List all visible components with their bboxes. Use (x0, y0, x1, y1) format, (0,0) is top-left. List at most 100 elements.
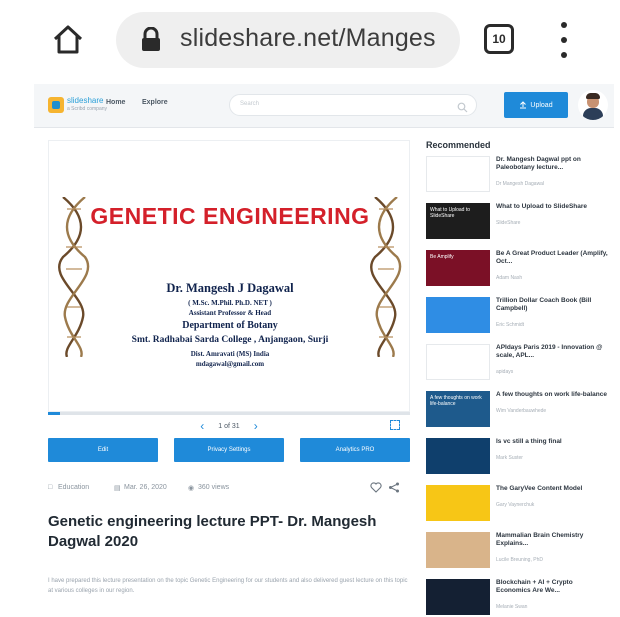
fullscreen-icon[interactable] (390, 420, 400, 430)
dna-helix-right-icon (370, 197, 402, 357)
author-email: mdagawal@gmail.com (195, 360, 265, 368)
nav-explore-link[interactable]: Explore (142, 99, 168, 106)
recommended-item[interactable]: Dr. Mangesh Dagwal ppt on Paleobotany le… (426, 156, 614, 194)
more-menu-icon[interactable] (556, 22, 572, 58)
recommended-thumbnail[interactable] (426, 438, 490, 474)
recommended-title[interactable]: Blockchain + AI + Crypto Economics Are W… (496, 579, 608, 595)
prev-slide-icon[interactable]: ‹ (200, 419, 204, 433)
recommended-item[interactable]: A few thoughts on work life-balance A few… (426, 391, 614, 429)
slide-page-indicator: 1 of 31 (218, 422, 240, 430)
recommended-title[interactable]: Dr. Mangesh Dagwal ppt on Paleobotany le… (496, 156, 608, 172)
page-viewport: slideshare a Scribd company Home Explore… (34, 84, 614, 617)
logo-text: slideshare (67, 96, 104, 105)
search-input[interactable]: Search (229, 94, 477, 116)
recommended-thumbnail[interactable] (426, 344, 490, 380)
next-slide-icon[interactable]: › (254, 419, 258, 433)
author-college: Smt. Radhabai Sarda College , Anjangaon,… (131, 335, 329, 345)
upload-date: Mar. 26, 2020 (124, 484, 167, 491)
upload-label: Upload (530, 101, 553, 109)
logo-icon (48, 97, 64, 113)
slide-viewer[interactable]: GENETIC ENGINEERING Dr. Mangesh J Dagawa… (48, 140, 410, 412)
upload-button[interactable]: Upload (504, 92, 568, 118)
tab-switcher-button[interactable]: 10 (484, 24, 514, 54)
url-text: slideshare.net/Manges (180, 24, 436, 52)
document-actions (370, 482, 400, 493)
author-position: Assistant Professor & Head (188, 309, 272, 317)
recommended-title[interactable]: APIdays Paris 2019 - Innovation @ scale,… (496, 344, 608, 360)
recommended-author[interactable]: Gary Vaynerchuk (496, 502, 608, 508)
document-title: Genetic engineering lecture PPT- Dr. Man… (48, 513, 377, 550)
recommended-title[interactable]: The GaryVee Content Model (496, 485, 608, 493)
dna-helix-left-icon (58, 197, 90, 357)
recommended-title[interactable]: Is vc still a thing final (496, 438, 608, 446)
document-meta: □ Education ▤ Mar. 26, 2020 ◉ 360 views (48, 484, 410, 498)
user-avatar[interactable] (578, 90, 608, 120)
browser-toolbar: slideshare.net/Manges 10 (0, 0, 620, 78)
upload-icon (520, 101, 527, 109)
search-placeholder: Search (240, 101, 260, 107)
slideshare-logo[interactable]: slideshare a Scribd company (48, 96, 107, 114)
logo-wordmark: slideshare a Scribd company (67, 96, 107, 114)
lock-icon (140, 26, 162, 58)
recommended-item[interactable]: Blockchain + AI + Crypto Economics Are W… (426, 579, 614, 617)
recommended-author[interactable]: SlideShare (496, 220, 608, 226)
site-header: slideshare a Scribd company Home Explore… (34, 84, 614, 128)
recommended-thumbnail[interactable]: A few thoughts on work life-balance (426, 391, 490, 427)
recommended-thumbnail[interactable] (426, 485, 490, 521)
author-degrees: ( M.Sc. M.Phil. Ph.D. NET ) (188, 299, 272, 307)
recommended-author[interactable]: apidays (496, 369, 608, 375)
recommended-title[interactable]: Mammalian Brain Chemistry Explains... (496, 532, 608, 548)
recommended-author[interactable]: Dr Mangesh Dagawal (496, 181, 608, 187)
home-icon[interactable] (46, 18, 90, 62)
recommended-thumbnail[interactable] (426, 156, 490, 192)
recommended-heading: Recommended (426, 140, 491, 150)
recommended-item[interactable]: What to Upload to SlideShare What to Uplo… (426, 203, 614, 241)
search-icon[interactable] (457, 100, 468, 118)
recommended-thumbnail[interactable]: What to Upload to SlideShare (426, 203, 490, 239)
recommended-title[interactable]: What to Upload to SlideShare (496, 203, 608, 211)
author-department: Department of Botany (182, 320, 278, 331)
slide-title: GENETIC ENGINEERING (90, 203, 370, 229)
slide-progress-bar[interactable] (48, 412, 410, 415)
recommended-thumbnail[interactable] (426, 579, 490, 615)
recommended-item[interactable]: APIdays Paris 2019 - Innovation @ scale,… (426, 344, 614, 382)
owner-action-bar: Edit Privacy Settings Analytics PRO (48, 438, 410, 462)
share-icon[interactable] (388, 482, 400, 493)
recommended-item[interactable]: Is vc still a thing final Mark Suster (426, 438, 614, 476)
address-bar[interactable]: slideshare.net/Manges (116, 12, 460, 68)
calendar-icon: ▤ (114, 485, 121, 492)
recommended-thumbnail[interactable] (426, 532, 490, 568)
avatar-body (583, 108, 603, 120)
avatar-hair (586, 93, 600, 99)
recommended-thumbnail[interactable]: Be Amplify (426, 250, 490, 286)
author-name: Dr. Mangesh J Dagawal (166, 281, 294, 295)
edit-button[interactable]: Edit (48, 438, 158, 462)
recommended-title[interactable]: Trillion Dollar Coach Book (Bill Campbel… (496, 297, 608, 313)
author-district: Dist. Amravati (MS) India (190, 350, 270, 358)
eye-icon: ◉ (188, 485, 195, 492)
recommended-author[interactable]: Adam Nash (496, 275, 608, 281)
nav-home-link[interactable]: Home (106, 99, 125, 106)
recommended-thumbnail[interactable] (426, 297, 490, 333)
recommended-author[interactable]: Melanie Swan (496, 604, 608, 610)
recommended-title[interactable]: Be A Great Product Leader (Amplify, Oct.… (496, 250, 608, 266)
logo-subtext: a Scribd company (67, 106, 108, 112)
recommended-author[interactable]: Mark Suster (496, 455, 608, 461)
category-link[interactable]: Education (58, 484, 89, 491)
recommended-item[interactable]: Mammalian Brain Chemistry Explains... Luc… (426, 532, 614, 570)
recommended-title[interactable]: A few thoughts on work life-balance (496, 391, 608, 399)
privacy-settings-button[interactable]: Privacy Settings (174, 438, 284, 462)
folder-icon: □ (48, 484, 53, 491)
recommended-item[interactable]: Trillion Dollar Coach Book (Bill Campbel… (426, 297, 614, 335)
recommended-author[interactable]: Eric Schmidt (496, 322, 608, 328)
heart-icon[interactable] (370, 482, 382, 493)
recommended-item[interactable]: The GaryVee Content Model Gary Vaynerchuk (426, 485, 614, 523)
slide-progress-fill (48, 412, 60, 415)
recommended-author[interactable]: Lucile Breuning, PhD (496, 557, 608, 563)
analytics-button[interactable]: Analytics PRO (300, 438, 410, 462)
document-description: I have prepared this lecture presentatio… (48, 578, 408, 594)
recommended-author[interactable]: Wim Vanderbauwhede (496, 408, 608, 414)
view-count: 360 views (198, 484, 230, 491)
recommended-item[interactable]: Be Amplify Be A Great Product Leader (Amp… (426, 250, 614, 288)
slide-pager: ‹ 1 of 31 › (48, 416, 410, 436)
